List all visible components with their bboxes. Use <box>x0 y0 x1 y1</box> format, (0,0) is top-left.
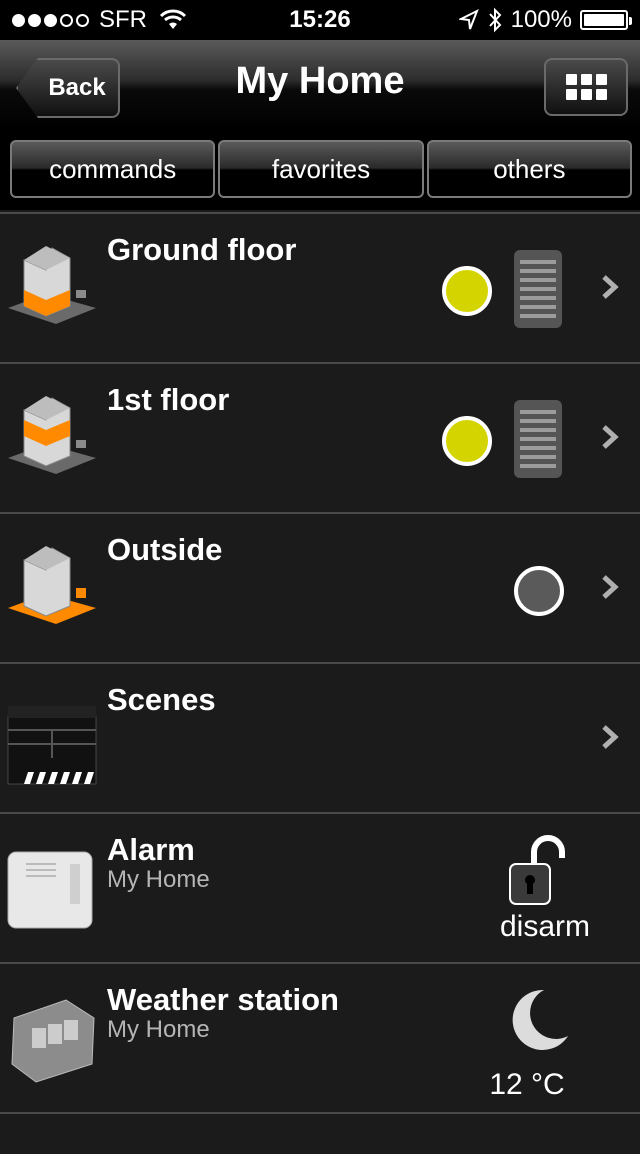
house-outside-icon <box>8 546 96 624</box>
row-title: Outside <box>107 532 223 567</box>
weather-station-icon <box>11 999 95 1083</box>
row-title: 1st floor <box>107 382 230 417</box>
house-first-floor-icon <box>8 396 96 474</box>
row-title: Weather station <box>107 982 339 1017</box>
row-subtitle: My Home <box>107 1016 210 1043</box>
clapperboard-icon <box>7 706 97 785</box>
navigation-bar: Back My Home <box>0 40 640 130</box>
moon-icon <box>512 989 568 1050</box>
row-title: Alarm <box>107 832 195 867</box>
tab-favorites[interactable]: favorites <box>218 140 424 198</box>
status-light-on-icon[interactable] <box>442 416 492 466</box>
location-arrow-icon <box>458 9 479 30</box>
alarm-panel-icon <box>7 851 93 929</box>
list-item-first-floor[interactable]: 1st floor <box>0 362 640 512</box>
status-light-on-icon[interactable] <box>442 266 492 316</box>
row-subtitle: My Home <box>107 866 210 893</box>
status-light-off-icon[interactable] <box>514 566 564 616</box>
unlocked-padlock-icon[interactable] <box>508 834 568 906</box>
list-item-scenes[interactable]: Scenes <box>0 662 640 812</box>
grid-icon <box>565 74 607 100</box>
list-item-ground-floor[interactable]: Ground floor <box>0 212 640 362</box>
grid-menu-button[interactable] <box>544 58 628 116</box>
chevron-right-icon[interactable] <box>600 274 620 300</box>
row-title: Ground floor <box>107 232 297 267</box>
shutter-icon[interactable] <box>514 250 562 328</box>
chevron-right-icon[interactable] <box>600 724 620 750</box>
tab-others[interactable]: others <box>426 140 632 198</box>
shutter-icon[interactable] <box>514 400 562 478</box>
tab-commands[interactable]: commands <box>10 140 216 198</box>
battery-icon <box>580 10 632 30</box>
house-ground-floor-icon <box>8 246 96 324</box>
list-item-outside[interactable]: Outside <box>0 512 640 662</box>
list-item-alarm[interactable]: Alarm My Home disarm <box>0 812 640 962</box>
alarm-state-label: disarm <box>499 910 590 943</box>
chevron-right-icon[interactable] <box>600 424 620 450</box>
row-title: Scenes <box>107 682 216 717</box>
status-bar: SFR 15:26 100% <box>0 0 640 40</box>
list-item-weather-station[interactable]: Weather station My Home 12 °C <box>0 962 640 1112</box>
status-right: 100% <box>458 6 632 34</box>
chevron-right-icon[interactable] <box>600 574 620 600</box>
room-list: Ground floor 1st floor Outside Scenes Al… <box>0 212 640 1154</box>
segmented-control: commands favorites others <box>0 130 640 210</box>
temperature-label: 12 °C <box>489 1068 565 1101</box>
list-item-partial[interactable] <box>0 1112 640 1154</box>
battery-percent: 100% <box>510 6 572 33</box>
bluetooth-icon <box>488 7 501 33</box>
